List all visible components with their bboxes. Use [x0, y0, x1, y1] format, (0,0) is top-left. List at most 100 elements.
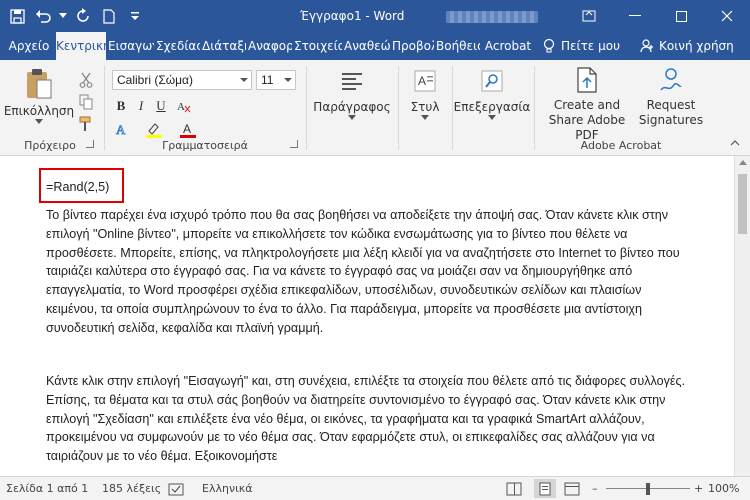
italic-button[interactable]: I: [132, 96, 150, 116]
create-pdf-label: Create and Share Adobe PDF: [548, 98, 626, 142]
styles-dropdown-icon: [421, 115, 429, 120]
web-layout-icon[interactable]: [564, 481, 580, 497]
font-size-dropdown-icon: [284, 78, 292, 82]
clipboard-group-label: Πρόχειρο: [24, 139, 76, 152]
zoom-out-button[interactable]: –: [592, 477, 598, 500]
zoom-level[interactable]: 100%: [708, 477, 739, 500]
bold-button[interactable]: B: [112, 96, 130, 116]
paragraph-label: Παράγραφος: [313, 100, 391, 114]
ribbon-tabs: Αρχείο Κεντρική Εισαγωγή Σχεδίαση Διάταξ…: [0, 32, 750, 60]
language[interactable]: Ελληνικά: [202, 477, 253, 500]
search-icon: [481, 70, 503, 92]
zoom-slider-thumb[interactable]: [646, 483, 650, 495]
font-group-label: Γραμματοσειρά: [162, 139, 248, 152]
tell-me-box[interactable]: Πείτε μου: [543, 32, 620, 60]
page-count[interactable]: Σελίδα 1 από 1: [6, 477, 88, 500]
collapse-ribbon-icon[interactable]: [730, 136, 740, 149]
tab-file[interactable]: Αρχείο: [4, 32, 54, 60]
close-icon[interactable]: [704, 0, 750, 32]
acrobat-group: Create and Share Adobe PDF Request Signa…: [536, 64, 706, 152]
paragraph-icon: [342, 73, 362, 90]
paste-dropdown-icon[interactable]: [35, 119, 43, 124]
font-name-box[interactable]: Calibri (Σώμα): [112, 70, 252, 90]
paragraph-group: Παράγραφος: [308, 64, 396, 152]
share-button[interactable]: Κοινή χρήση: [640, 32, 734, 60]
read-mode-icon[interactable]: [506, 481, 522, 497]
font-group: Calibri (Σώμα) 11 B I U A A A Γραμματοσε…: [108, 64, 302, 152]
tab-acrobat[interactable]: Acrobat: [482, 32, 534, 60]
vertical-scrollbar[interactable]: [734, 156, 750, 476]
paragraph-button[interactable]: Παράγραφος: [312, 68, 392, 120]
title-bar: Έγγραφο1 - Word: [0, 0, 750, 32]
underline-button[interactable]: U: [152, 96, 170, 116]
new-document-icon[interactable]: [98, 4, 120, 28]
editing-label: Επεξεργασία: [453, 100, 531, 114]
lightbulb-icon: [543, 38, 555, 53]
document-paragraph-2[interactable]: Κάντε κλικ στην επιλογή "Εισαγωγή" και, …: [46, 372, 686, 466]
clear-formatting-icon[interactable]: A: [174, 96, 194, 116]
clipboard-launcher-icon[interactable]: [86, 140, 94, 148]
blurred-account-name: [446, 11, 538, 23]
styles-group: A Στυλ: [400, 64, 450, 152]
svg-text:A: A: [177, 101, 185, 113]
editing-group: Επεξεργασία: [454, 64, 530, 152]
ribbon-display-options-icon[interactable]: [566, 0, 612, 32]
highlight-color-icon[interactable]: [144, 120, 164, 140]
share-label: Κοινή χρήση: [659, 39, 734, 53]
tab-view[interactable]: Προβολή: [392, 32, 434, 60]
customize-qat-icon[interactable]: [124, 4, 146, 28]
quick-access-toolbar: [6, 0, 146, 32]
text-effects-icon[interactable]: A: [112, 120, 132, 140]
window-title: Έγγραφο1 - Word: [300, 9, 405, 23]
rand-formula-line[interactable]: =Rand(2,5): [46, 180, 109, 194]
font-name-dropdown-icon: [240, 78, 248, 82]
separator: [306, 66, 307, 150]
paste-icon: [27, 69, 52, 99]
create-pdf-button[interactable]: Create and Share Adobe PDF: [538, 66, 636, 143]
ribbon: Επικόλληση Πρόχειρο Calibri (Σώμα) 11 B …: [0, 60, 750, 156]
styles-label: Στυλ: [410, 100, 440, 114]
cut-icon[interactable]: [76, 70, 96, 90]
save-icon[interactable]: [6, 4, 28, 28]
styles-button[interactable]: A Στυλ: [402, 68, 448, 120]
tab-mailings[interactable]: Στοιχεία αλληλογραφίας: [294, 32, 342, 60]
undo-dropdown-icon[interactable]: [58, 4, 68, 28]
font-color-icon[interactable]: A: [178, 120, 198, 140]
tab-layout[interactable]: Διάταξη: [202, 32, 246, 60]
editing-button[interactable]: Επεξεργασία: [454, 68, 530, 120]
tab-home[interactable]: Κεντρική: [56, 32, 106, 60]
tab-help[interactable]: Βοήθεια: [436, 32, 480, 60]
paste-button[interactable]: Επικόλληση: [4, 68, 74, 124]
document-paragraph-1[interactable]: Το βίντεο παρέχει ένα ισχυρό τρόπο που θ…: [46, 206, 686, 338]
format-painter-icon[interactable]: [76, 114, 96, 134]
zoom-in-button[interactable]: +: [694, 477, 703, 500]
proofing-icon[interactable]: [168, 482, 184, 496]
signature-icon: [660, 68, 682, 91]
person-icon: [640, 39, 653, 53]
undo-icon[interactable]: [32, 4, 54, 28]
scroll-thumb[interactable]: [738, 174, 747, 234]
font-launcher-icon[interactable]: [290, 140, 298, 148]
scroll-up-icon[interactable]: [739, 160, 747, 165]
minimize-icon[interactable]: [612, 0, 658, 32]
paragraph-dropdown-icon: [348, 115, 356, 120]
request-signatures-label: Request Signatures: [638, 98, 704, 127]
font-size-box[interactable]: 11: [256, 70, 296, 90]
tab-insert[interactable]: Εισαγωγή: [108, 32, 154, 60]
request-signatures-button[interactable]: Request Signatures: [638, 66, 704, 128]
print-layout-icon[interactable]: [534, 479, 556, 498]
tab-review[interactable]: Αναθεώρηση: [344, 32, 390, 60]
font-size-value: 11: [261, 73, 274, 87]
clipboard-group: Επικόλληση Πρόχειρο: [2, 64, 98, 152]
tell-me-label: Πείτε μου: [561, 39, 621, 53]
separator: [104, 66, 105, 150]
tab-design[interactable]: Σχεδίαση: [156, 32, 200, 60]
word-count[interactable]: 185 λέξεις: [102, 477, 161, 500]
separator: [534, 66, 535, 150]
status-bar: Σελίδα 1 από 1 185 λέξεις Ελληνικά – + 1…: [0, 476, 750, 500]
copy-icon[interactable]: [76, 92, 96, 112]
document-area[interactable]: =Rand(2,5) Το βίντεο παρέχει ένα ισχυρό …: [0, 156, 734, 476]
redo-icon[interactable]: [72, 4, 94, 28]
tab-references[interactable]: Αναφορές: [248, 32, 292, 60]
maximize-icon[interactable]: [658, 0, 704, 32]
